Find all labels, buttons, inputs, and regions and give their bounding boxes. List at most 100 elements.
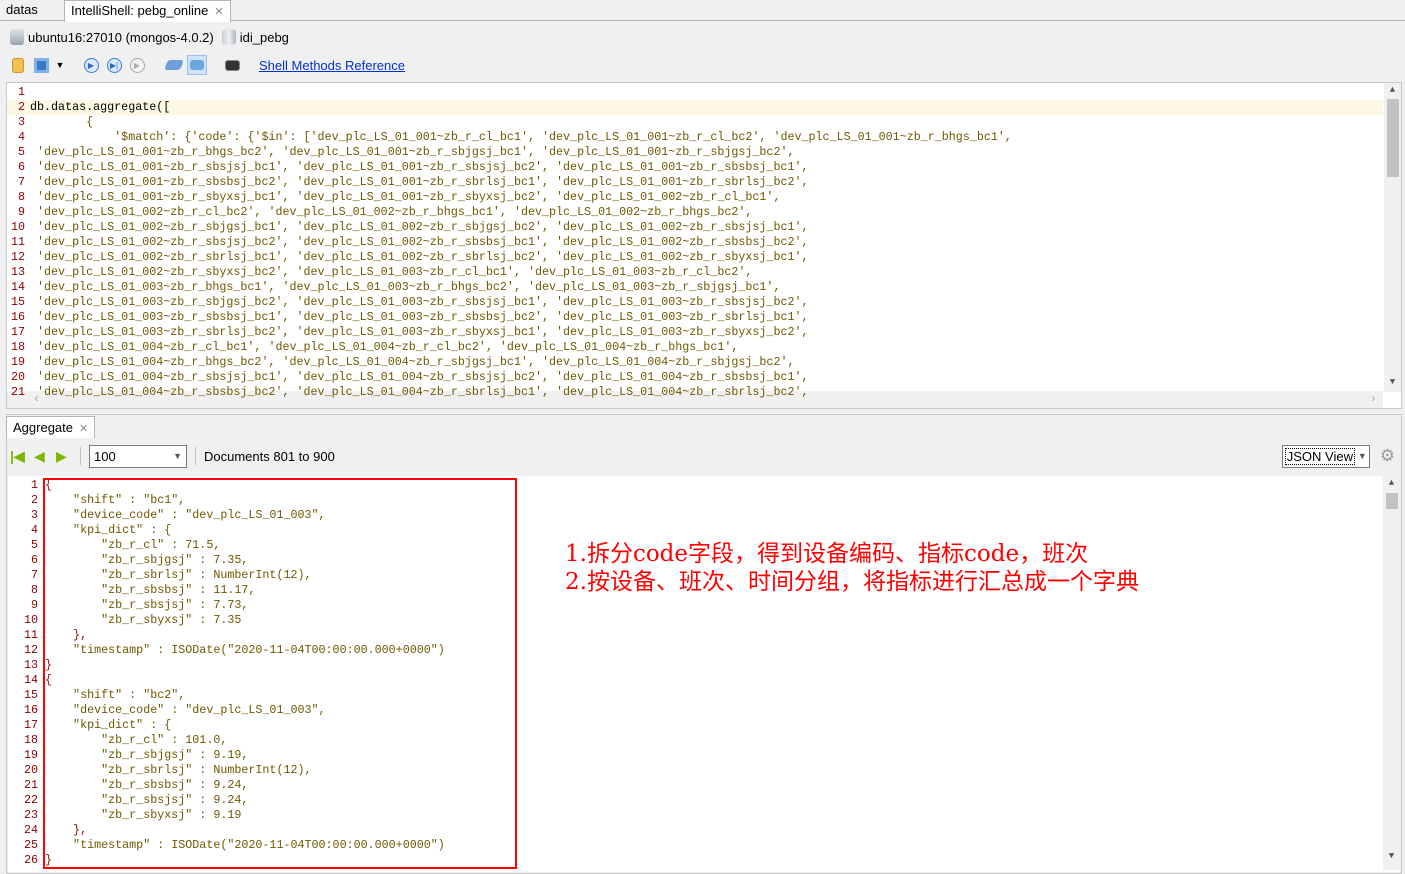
scroll-up-icon[interactable]: ▲ [1384,83,1401,98]
multi-result-icon[interactable] [187,55,207,75]
divider [195,447,196,465]
line-text: 'dev_plc_LS_01_004~zb_r_sbsjsj_bc1', 'de… [30,370,809,384]
editor-line[interactable]: 15 'dev_plc_LS_01_003~zb_r_sbjgsj_bc2', … [7,295,1383,310]
line-text: "shift" : "bc1", [45,493,186,507]
editor-line[interactable]: 14 'dev_plc_LS_01_003~zb_r_bhgs_bc1', 'd… [7,280,1383,295]
line-number: 4 [30,523,38,537]
editor-line[interactable]: 20 'dev_plc_LS_01_004~zb_r_sbsjsj_bc1', … [7,370,1383,385]
line-number: 8 [17,190,25,204]
editor-line[interactable]: 3 { [7,115,1383,130]
result-line: 9 "zb_r_sbsjsj" : 7.73, [8,598,1378,613]
shell-methods-reference-link[interactable]: Shell Methods Reference [259,58,405,73]
result-line: 3 "device_code" : "dev_plc_LS_01_003", [8,508,1378,523]
tab-datas[interactable]: datas [0,0,44,21]
tab-aggregate[interactable]: Aggregate ✕ [6,416,96,438]
line-text: 'dev_plc_LS_01_002~zb_r_sbsjsj_bc2', 'de… [30,235,809,249]
line-text: "shift" : "bc2", [45,688,186,702]
line-number: 20 [10,370,25,384]
result-line: 12 "timestamp" : ISODate("2020-11-04T00:… [8,643,1378,658]
editor-vertical-scrollbar[interactable]: ▲ ▼ [1384,83,1401,392]
run-line-icon[interactable]: ▶| [104,55,124,75]
dropdown-arrow-icon[interactable]: ▼ [54,55,66,75]
result-line: 4 "kpi_dict" : { [8,523,1378,538]
line-text: 'dev_plc_LS_01_004~zb_r_cl_bc1', 'dev_pl… [30,340,739,354]
line-text: 'dev_plc_LS_01_001~zb_r_sbsbsj_bc2', 'de… [30,175,809,189]
line-number: 15 [10,295,25,309]
results-vertical-scrollbar[interactable]: ▲ ▼ [1383,476,1400,870]
run-icon[interactable]: ▶ [81,55,101,75]
next-page-icon[interactable]: ▶ [56,448,72,465]
line-text: 'dev_plc_LS_01_002~zb_r_cl_bc2', 'dev_pl… [30,205,753,219]
results-json-view[interactable]: ▲ ▼ 1{2 "shift" : "bc1", 3 "device_code" … [8,476,1400,872]
result-line: 11 }, [8,628,1378,643]
clear-icon[interactable] [164,55,184,75]
editor-line[interactable]: 18 'dev_plc_LS_01_004~zb_r_cl_bc1', 'dev… [7,340,1383,355]
line-number: 23 [23,808,38,822]
view-mode-select[interactable]: JSON View ▼ [1281,444,1370,468]
line-number: 6 [17,160,25,174]
result-line: 10 "zb_r_sbyxsj" : 7.35 [8,613,1378,628]
previous-page-icon[interactable]: ◀ [34,448,56,465]
scroll-down-icon[interactable]: ▼ [1383,849,1400,864]
database-icon [221,29,236,45]
editor-line[interactable]: 6 'dev_plc_LS_01_001~zb_r_sbsjsj_bc1', '… [7,160,1383,175]
editor-line[interactable]: 4 '$match': {'code': {'$in': ['dev_plc_L… [7,130,1383,145]
line-number: 14 [23,673,38,687]
line-number: 2 [30,493,38,507]
line-number: 20 [23,763,38,777]
line-text: 'dev_plc_LS_01_002~zb_r_sbrlsj_bc1', 'de… [30,250,809,264]
line-number: 16 [23,703,38,717]
scroll-down-icon[interactable]: ▼ [1384,375,1401,390]
gear-icon[interactable]: ⚙ [1380,446,1395,466]
scrollbar-thumb[interactable] [1387,99,1399,177]
line-text: "zb_r_sbrlsj" : NumberInt(12), [45,763,312,777]
save-icon[interactable] [31,55,51,75]
stop-icon[interactable]: ▶ [127,55,147,75]
line-text: { [45,478,53,492]
result-line: 21 "zb_r_sbsbsj" : 9.24, [8,778,1378,793]
scroll-up-icon[interactable]: ▲ [1383,476,1400,491]
database-label: idi_pebg [239,29,289,45]
server-label: ubuntu16:27010 (mongos-4.0.2) [28,29,214,45]
line-text: db.datas.aggregate([ [30,100,171,114]
line-number: 11 [23,628,38,642]
line-text: { [45,673,53,687]
editor-line[interactable]: 12 'dev_plc_LS_01_002~zb_r_sbrlsj_bc1', … [7,250,1383,265]
editor-line[interactable]: 8 'dev_plc_LS_01_001~zb_r_sbyxsj_bc1', '… [7,190,1383,205]
page-size-select[interactable]: 100 ▼ [89,444,187,468]
documents-range: Documents 801 to 900 [204,448,335,464]
line-number: 5 [17,145,25,159]
editor-line[interactable]: 11 'dev_plc_LS_01_002~zb_r_sbsjsj_bc2', … [7,235,1383,250]
console-icon[interactable] [222,55,242,75]
editor-line[interactable]: 13 'dev_plc_LS_01_002~zb_r_sbyxsj_bc2', … [7,265,1383,280]
editor-line[interactable]: 5 'dev_plc_LS_01_001~zb_r_bhgs_bc2', 'de… [7,145,1383,160]
editor-line[interactable]: 2 db.datas.aggregate([ [7,100,1383,115]
line-number: 24 [23,823,38,837]
editor-line[interactable]: 9 'dev_plc_LS_01_002~zb_r_cl_bc2', 'dev_… [7,205,1383,220]
annotation-line: 1.拆分code字段，得到设备编码、指标code，班次 [565,541,1089,567]
editor-line[interactable]: 19 'dev_plc_LS_01_004~zb_r_bhgs_bc2', 'd… [7,355,1383,370]
line-number: 26 [23,853,38,867]
annotation-note: 1.拆分code字段，得到设备编码、指标code，班次 2.按设备、班次、时间分… [565,540,1139,596]
query-editor[interactable]: ▲ ▼ ‹ › 1 2 db.datas.aggregate([3 {4 '$matc… [6,82,1402,409]
close-icon[interactable]: ✕ [214,6,223,18]
tab-intellishell[interactable]: IntelliShell: pebg_online ✕ [64,0,231,22]
editor-line[interactable]: 16 'dev_plc_LS_01_003~zb_r_sbsbsj_bc1', … [7,310,1383,325]
editor-line[interactable]: 1 [7,85,1383,100]
result-line: 23 "zb_r_sbyxsj" : 9.19 [8,808,1378,823]
line-number: 4 [17,130,25,144]
editor-line[interactable]: 17 'dev_plc_LS_01_003~zb_r_sbrlsj_bc2', … [7,325,1383,340]
open-file-icon[interactable] [8,55,28,75]
scrollbar-thumb[interactable] [1386,493,1398,509]
line-text: 'dev_plc_LS_01_001~zb_r_bhgs_bc2', 'dev_… [30,145,795,159]
editor-line[interactable]: 7 'dev_plc_LS_01_001~zb_r_sbsbsj_bc2', '… [7,175,1383,190]
close-icon[interactable]: ✕ [79,423,88,435]
divider [80,447,81,465]
editor-line[interactable]: 21 'dev_plc_LS_01_004~zb_r_sbsbsj_bc2', … [7,385,1383,400]
editor-line[interactable]: 10 'dev_plc_LS_01_002~zb_r_sbjgsj_bc1', … [7,220,1383,235]
first-page-icon[interactable]: |◀ [10,448,30,465]
line-number: 8 [30,583,38,597]
line-number: 16 [10,310,25,324]
line-text: 'dev_plc_LS_01_003~zb_r_sbsbsj_bc1', 'de… [30,310,809,324]
line-text: "zb_r_sbsjsj" : 7.73, [45,598,249,612]
